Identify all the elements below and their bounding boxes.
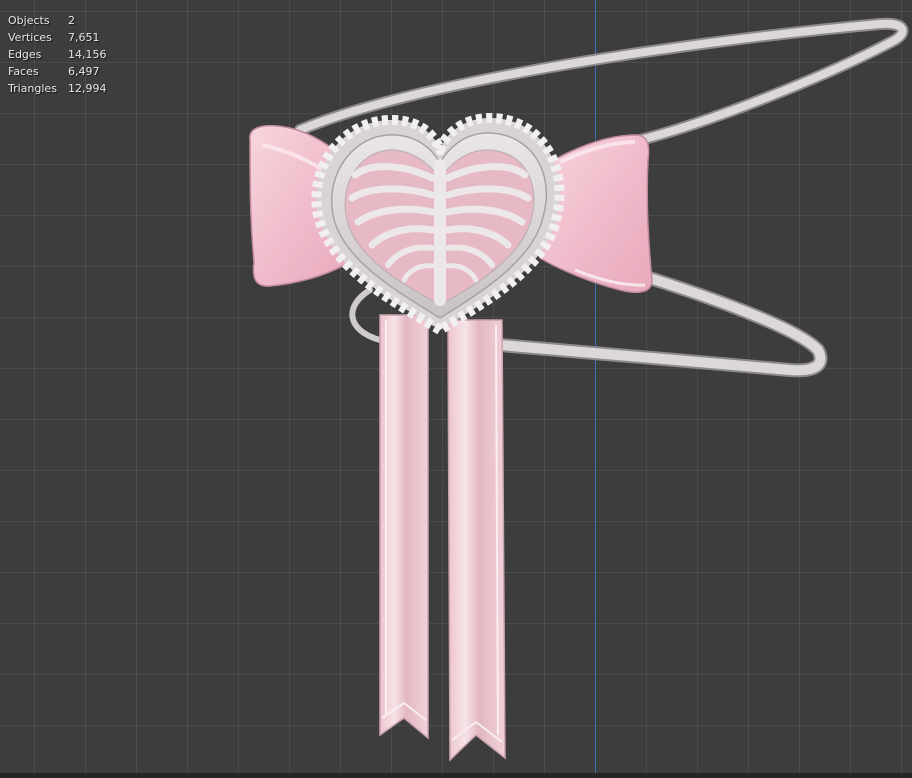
headband-model[interactable] bbox=[0, 0, 912, 778]
viewport-bottom-edge bbox=[0, 773, 912, 778]
3d-viewport[interactable]: Objects 2 Vertices 7,651 Edges 14,156 Fa… bbox=[0, 0, 912, 778]
ribbon-tails bbox=[379, 314, 506, 762]
